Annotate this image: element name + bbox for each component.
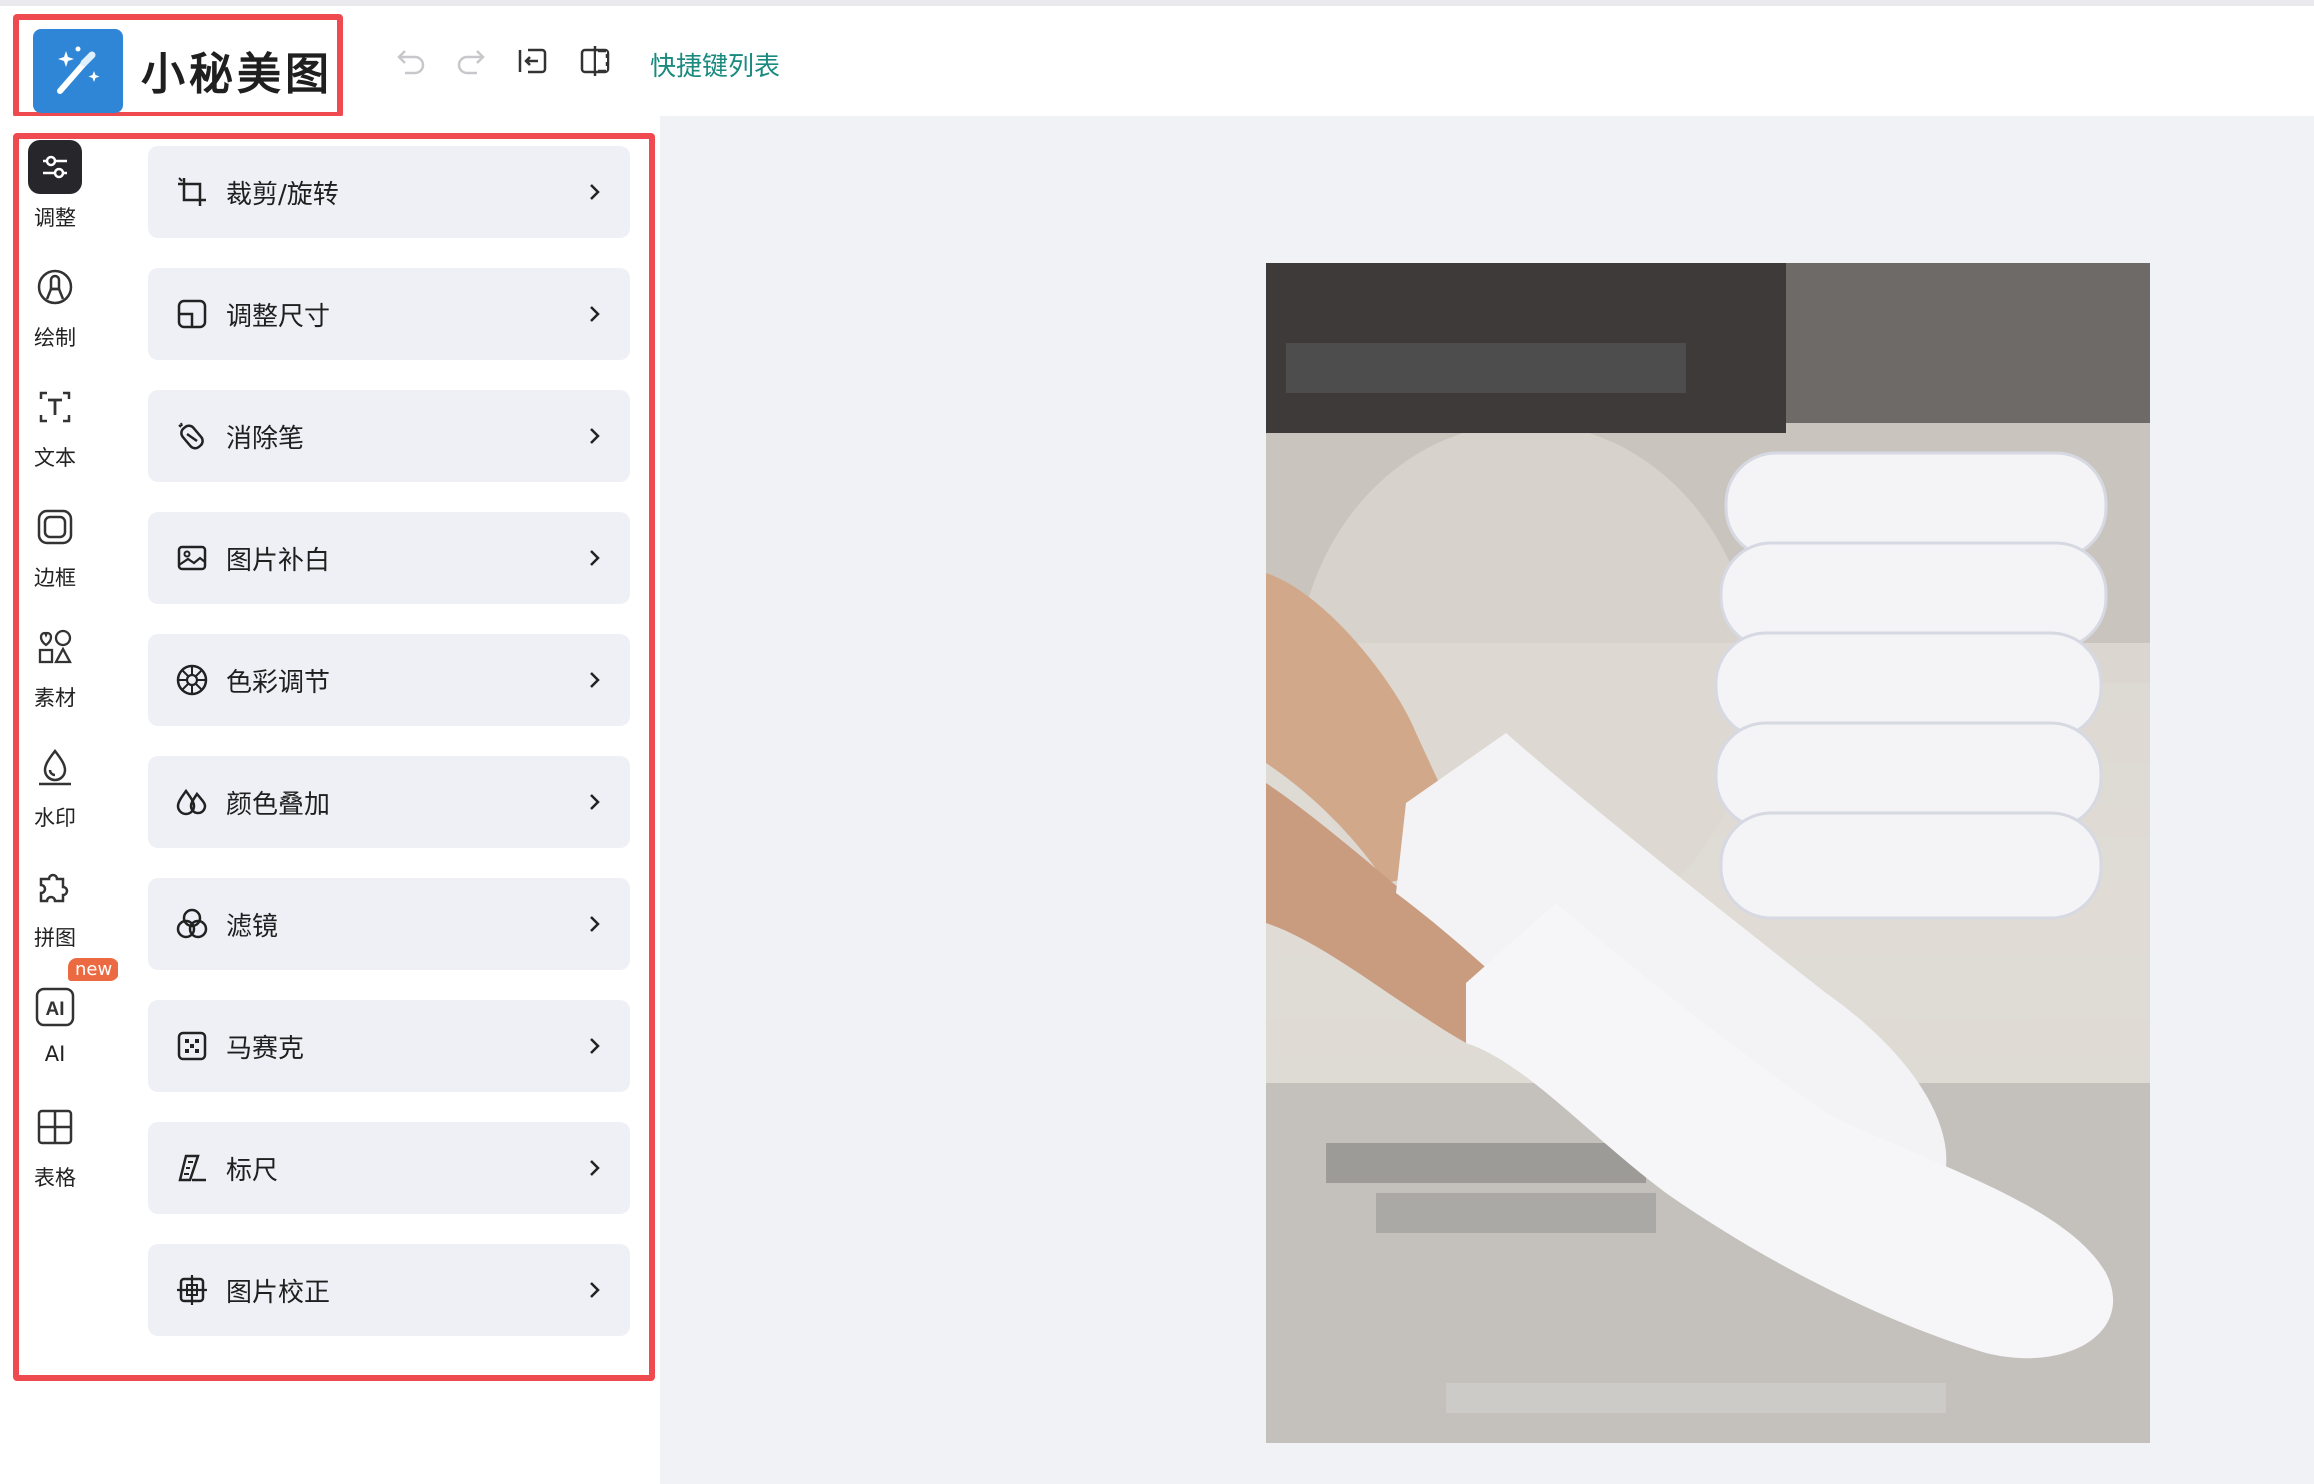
watermark-icon <box>28 740 82 794</box>
chevron-right-icon <box>582 302 606 326</box>
menu-label: 色彩调节 <box>226 667 331 698</box>
resize-icon <box>174 296 210 332</box>
rail-item-watermark[interactable]: 水印 <box>14 740 96 850</box>
menu-item-image-correct[interactable]: 图片校正 <box>148 1244 630 1336</box>
mosaic-icon <box>174 1028 210 1064</box>
menu-label: 滤镜 <box>226 911 279 942</box>
crop-icon <box>174 174 210 210</box>
shortcut-list-link[interactable]: 快捷键列表 <box>650 46 780 83</box>
product-photo[interactable] <box>1266 263 2150 1443</box>
magic-wand-logo-icon <box>33 29 123 113</box>
menu-label: 颜色叠加 <box>226 789 331 820</box>
color-wheel-icon <box>174 662 210 698</box>
frame-icon <box>28 500 82 554</box>
menu-label: 图片校正 <box>226 1277 331 1308</box>
compare-button[interactable] <box>570 36 620 86</box>
compare-icon <box>580 46 610 76</box>
rail-label-watermark: 水印 <box>34 806 76 830</box>
rail-label-draw: 绘制 <box>34 326 76 350</box>
text-icon <box>28 380 82 434</box>
menu-item-ruler[interactable]: 标尺 <box>148 1122 630 1214</box>
ruler-icon <box>174 1150 210 1186</box>
rail-label-table: 表格 <box>34 1166 76 1190</box>
export-button[interactable] <box>508 36 558 86</box>
menu-item-resize[interactable]: 调整尺寸 <box>148 268 630 360</box>
chevron-right-icon <box>582 1156 606 1180</box>
undo-button[interactable] <box>384 36 434 86</box>
image-pad-icon <box>174 540 210 576</box>
sliders-icon <box>28 140 82 194</box>
color-overlay-icon <box>174 784 210 820</box>
image-correct-icon <box>174 1272 210 1308</box>
menu-item-eraser[interactable]: 消除笔 <box>148 390 630 482</box>
chevron-right-icon <box>582 424 606 448</box>
chevron-right-icon <box>582 668 606 692</box>
header-bar: 小秘美图 快捷键列表 <box>0 6 2314 118</box>
menu-label: 消除笔 <box>226 423 305 454</box>
chevron-right-icon <box>582 180 606 204</box>
rail-item-draw[interactable]: 绘制 <box>14 260 96 370</box>
left-tool-rail: 调整 绘制 文本 边框 素材 水印 拼图 new AI AI 表格 <box>0 116 120 1484</box>
menu-item-color-adjust[interactable]: 色彩调节 <box>148 634 630 726</box>
chevron-right-icon <box>582 546 606 570</box>
ai-icon: AI <box>28 980 82 1034</box>
rail-label-text: 文本 <box>34 446 76 470</box>
menu-label: 图片补白 <box>226 545 331 576</box>
rail-label-assets: 素材 <box>34 686 76 710</box>
rail-item-ai[interactable]: new AI AI <box>14 958 120 1090</box>
new-badge: new <box>68 958 120 981</box>
app-title: 小秘美图 <box>141 49 333 100</box>
menu-item-color-overlay[interactable]: 颜色叠加 <box>148 756 630 848</box>
menu-item-mosaic[interactable]: 马赛克 <box>148 1000 630 1092</box>
rail-item-table[interactable]: 表格 <box>14 1100 96 1210</box>
menu-item-filter[interactable]: 滤镜 <box>148 878 630 970</box>
chevron-right-icon <box>582 1278 606 1302</box>
menu-label: 裁剪/旋转 <box>226 179 339 210</box>
rail-item-text[interactable]: 文本 <box>14 380 96 490</box>
rail-item-adjust[interactable]: 调整 <box>14 140 96 250</box>
table-icon <box>28 1100 82 1154</box>
redo-icon <box>457 50 485 75</box>
rail-label-ai: AI <box>44 1042 66 1066</box>
menu-label: 马赛克 <box>226 1033 305 1064</box>
chevron-right-icon <box>582 1034 606 1058</box>
rail-label-adjust: 调整 <box>34 206 76 230</box>
rail-item-frame[interactable]: 边框 <box>14 500 96 610</box>
menu-item-crop-rotate[interactable]: 裁剪/旋转 <box>148 146 630 238</box>
undo-icon <box>397 50 425 75</box>
eraser-icon <box>174 418 210 454</box>
palette-icon <box>28 260 82 314</box>
export-icon <box>518 48 547 74</box>
puzzle-icon <box>28 860 82 914</box>
rail-item-assets[interactable]: 素材 <box>14 620 96 730</box>
chevron-right-icon <box>582 790 606 814</box>
rail-item-collage[interactable]: 拼图 <box>14 860 96 970</box>
logo-highlight-box: 小秘美图 <box>13 14 343 118</box>
filter-icon <box>174 906 210 942</box>
menu-label: 标尺 <box>226 1155 279 1186</box>
chevron-right-icon <box>582 912 606 936</box>
menu-label: 调整尺寸 <box>226 301 331 332</box>
menu-item-image-pad[interactable]: 图片补白 <box>148 512 630 604</box>
shapes-icon <box>28 620 82 674</box>
rail-label-collage: 拼图 <box>34 926 76 950</box>
rail-label-frame: 边框 <box>34 566 76 590</box>
svg-text:AI: AI <box>46 999 65 1020</box>
redo-button[interactable] <box>448 36 498 86</box>
